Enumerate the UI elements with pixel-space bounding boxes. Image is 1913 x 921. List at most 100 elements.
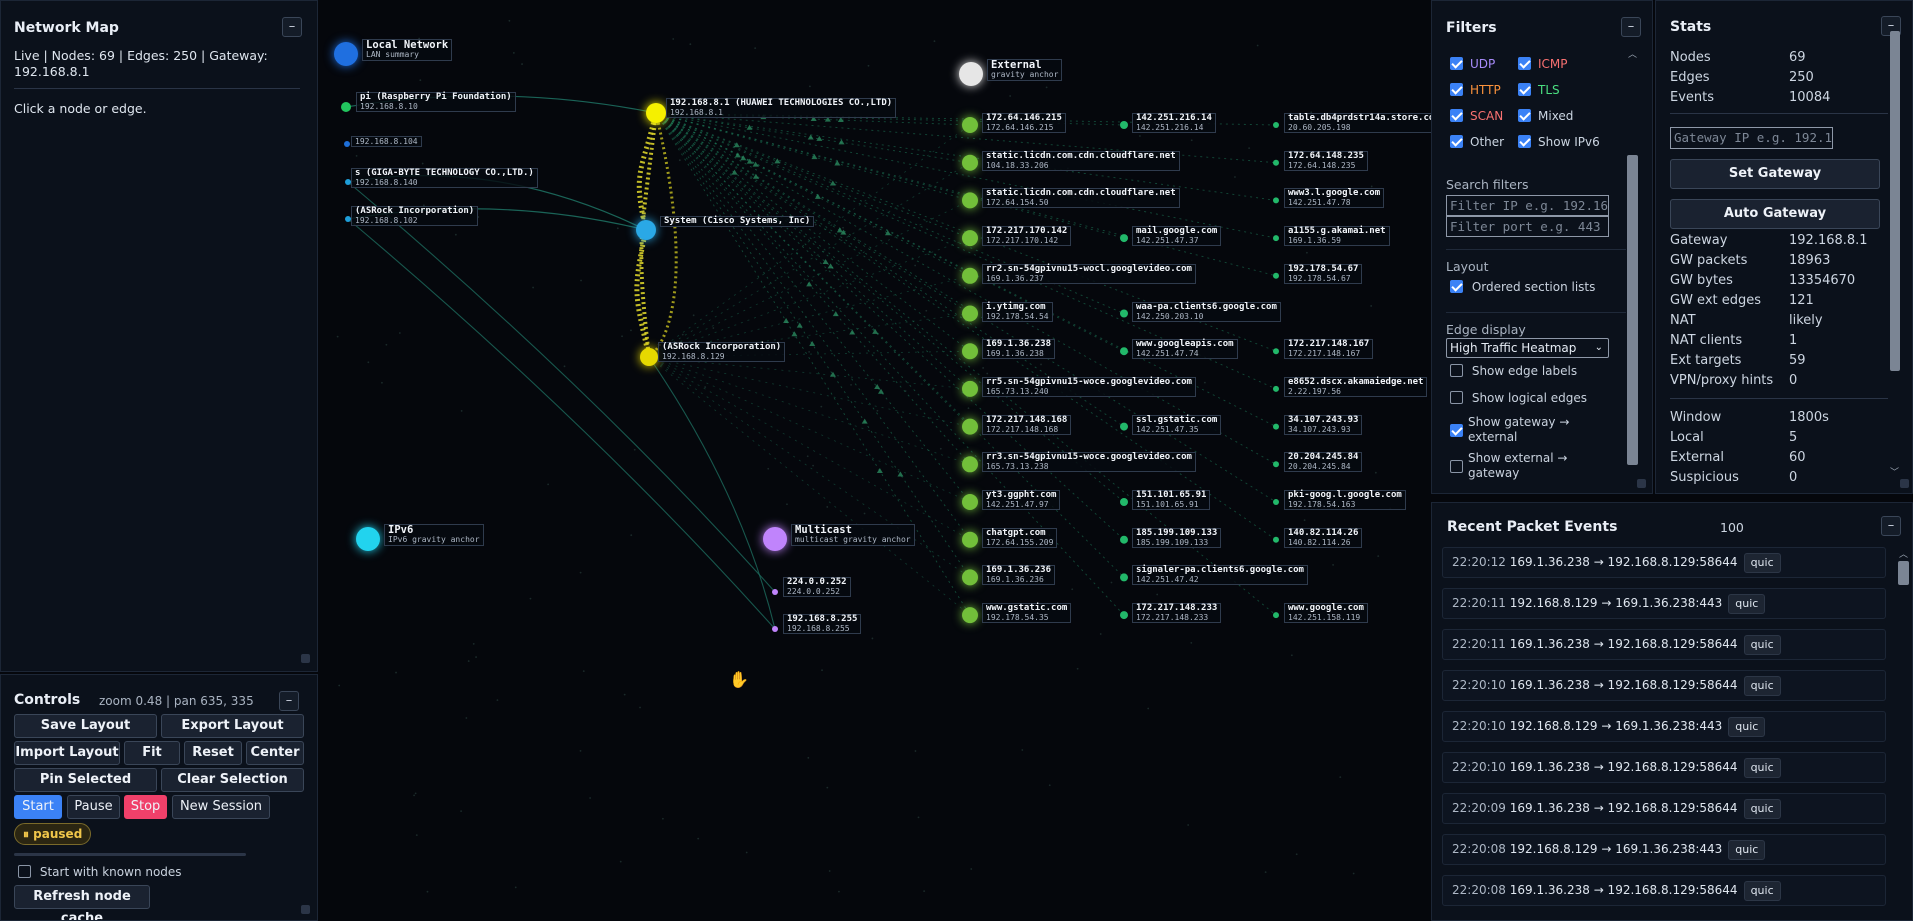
show-gw-external-checkbox[interactable] bbox=[1450, 424, 1463, 437]
events-minimize-button[interactable]: – bbox=[1881, 516, 1901, 536]
start-known-checkbox[interactable] bbox=[18, 865, 31, 878]
packet-event-row[interactable]: 22:20:08 192.168.8.129 → 169.1.36.238:44… bbox=[1442, 834, 1886, 865]
external-node[interactable] bbox=[1120, 611, 1128, 620]
external-node[interactable] bbox=[962, 230, 978, 247]
filters-scrollbar[interactable]: ︿ bbox=[1626, 45, 1640, 473]
resize-handle[interactable] bbox=[1637, 479, 1646, 488]
show-external-gw-checkbox[interactable] bbox=[1450, 460, 1463, 473]
packet-event-row[interactable]: 22:20:10 192.168.8.129 → 169.1.36.238:44… bbox=[1442, 711, 1886, 742]
packet-event-row[interactable]: 22:20:12 169.1.36.238 → 192.168.8.129:58… bbox=[1442, 547, 1886, 578]
external-node[interactable] bbox=[962, 192, 978, 209]
controls-minimize-button[interactable]: – bbox=[279, 691, 299, 711]
external-edge[interactable] bbox=[648, 356, 971, 503]
filter-udp-checkbox[interactable] bbox=[1450, 57, 1463, 70]
external-node[interactable] bbox=[1120, 309, 1128, 318]
group-anchor-local-network[interactable] bbox=[334, 42, 358, 66]
packet-event-row[interactable]: 22:20:09 169.1.36.238 → 192.168.8.129:58… bbox=[1442, 793, 1886, 824]
external-node[interactable] bbox=[962, 267, 978, 284]
external-node[interactable] bbox=[1273, 461, 1279, 468]
gateway-ip-input[interactable]: Gateway IP e.g. 192.168.8.1 bbox=[1670, 127, 1833, 149]
chevron-up-icon[interactable]: ︿ bbox=[1628, 47, 1637, 60]
external-node[interactable] bbox=[1273, 536, 1279, 543]
show-logical-edges-row[interactable]: Show logical edges bbox=[1450, 391, 1587, 405]
external-node[interactable] bbox=[962, 456, 978, 473]
show-edge-labels-checkbox[interactable] bbox=[1450, 364, 1463, 377]
external-node[interactable] bbox=[1273, 197, 1279, 204]
external-node[interactable] bbox=[1273, 499, 1279, 505]
resize-handle[interactable] bbox=[301, 654, 310, 663]
external-node[interactable] bbox=[1120, 422, 1128, 431]
external-node[interactable] bbox=[1120, 573, 1128, 582]
heavy-edge[interactable] bbox=[636, 112, 659, 231]
external-node[interactable] bbox=[1273, 348, 1279, 355]
external-node[interactable] bbox=[1120, 121, 1128, 129]
edge[interactable] bbox=[347, 218, 776, 630]
pause-button[interactable]: Pause bbox=[67, 795, 120, 819]
chevron-down-icon[interactable]: ﹀ bbox=[1890, 465, 1899, 478]
external-node[interactable] bbox=[1120, 347, 1128, 356]
external-node[interactable] bbox=[1120, 234, 1128, 243]
start-button[interactable]: Start bbox=[14, 795, 62, 819]
filter-show-ipv6-checkbox[interactable] bbox=[1518, 135, 1531, 148]
import-layout-button[interactable]: Import Layout bbox=[14, 741, 120, 765]
external-node[interactable] bbox=[1120, 535, 1128, 544]
local-node[interactable] bbox=[640, 348, 658, 366]
filter-http-checkbox[interactable] bbox=[1450, 83, 1463, 96]
stats-scrollbar[interactable]: ﹀ bbox=[1889, 23, 1901, 478]
clear-selection-button[interactable]: Clear Selection bbox=[161, 768, 304, 792]
external-node[interactable] bbox=[962, 380, 978, 397]
external-edge[interactable] bbox=[655, 112, 971, 503]
external-node[interactable] bbox=[1120, 498, 1128, 506]
chevron-up-icon[interactable]: ︿ bbox=[1899, 547, 1908, 560]
external-edge[interactable] bbox=[655, 112, 971, 540]
events-scrollbar[interactable]: ︿ bbox=[1897, 547, 1911, 917]
external-node[interactable] bbox=[962, 494, 978, 510]
export-layout-button[interactable]: Export Layout bbox=[161, 714, 304, 738]
multicast-node[interactable] bbox=[772, 626, 778, 632]
external-node[interactable] bbox=[1273, 385, 1279, 392]
center-button[interactable]: Center bbox=[246, 741, 304, 765]
filter-scan-row[interactable]: SCAN bbox=[1450, 109, 1503, 123]
show-logical-edges-checkbox[interactable] bbox=[1450, 391, 1463, 404]
filter-icmp-checkbox[interactable] bbox=[1518, 57, 1531, 70]
show-external-gw-row[interactable]: Show external → gateway bbox=[1450, 451, 1567, 480]
filter-other-row[interactable]: Other bbox=[1450, 135, 1504, 149]
external-node[interactable] bbox=[962, 531, 978, 548]
external-edge[interactable] bbox=[655, 112, 1277, 541]
scrollbar-thumb[interactable] bbox=[1898, 561, 1909, 585]
ordered-lists-row[interactable]: Ordered section lists bbox=[1450, 280, 1595, 294]
external-edge[interactable] bbox=[648, 356, 971, 427]
packet-event-row[interactable]: 22:20:10 169.1.36.238 → 192.168.8.129:58… bbox=[1442, 752, 1886, 783]
auto-gateway-button[interactable]: Auto Gateway bbox=[1670, 199, 1880, 229]
filter-mixed-row[interactable]: Mixed bbox=[1518, 109, 1573, 123]
filter-ip-input[interactable]: Filter IP e.g. 192.168.8.12 bbox=[1446, 195, 1609, 216]
external-node[interactable] bbox=[962, 154, 978, 171]
external-node[interactable] bbox=[962, 305, 978, 322]
external-node[interactable] bbox=[962, 607, 978, 624]
start-known-row[interactable]: Start with known nodes bbox=[18, 865, 182, 879]
group-anchor-ipv6[interactable] bbox=[356, 527, 380, 551]
packet-event-row[interactable]: 22:20:08 169.1.36.238 → 192.168.8.129:58… bbox=[1442, 875, 1886, 906]
packet-event-row[interactable]: 22:20:10 169.1.36.238 → 192.168.8.129:58… bbox=[1442, 670, 1886, 701]
refresh-node-cache-button[interactable]: Refresh node cache bbox=[14, 885, 150, 920]
local-node[interactable] bbox=[344, 141, 350, 147]
new-session-button[interactable]: New Session bbox=[172, 795, 270, 819]
filter-other-checkbox[interactable] bbox=[1450, 135, 1463, 148]
local-node[interactable] bbox=[646, 103, 666, 123]
network-map-minimize-button[interactable]: – bbox=[282, 17, 302, 37]
filter-show-ipv6-row[interactable]: Show IPv6 bbox=[1518, 135, 1600, 149]
group-anchor-external[interactable] bbox=[959, 62, 983, 86]
filter-scan-checkbox[interactable] bbox=[1450, 109, 1463, 122]
external-node[interactable] bbox=[962, 117, 978, 133]
fit-button[interactable]: Fit bbox=[124, 741, 180, 765]
filter-http-row[interactable]: HTTP bbox=[1450, 83, 1501, 97]
external-edge[interactable] bbox=[655, 112, 1125, 503]
filter-udp-row[interactable]: UDP bbox=[1450, 57, 1495, 71]
filter-mixed-checkbox[interactable] bbox=[1518, 109, 1531, 122]
scrollbar-thumb[interactable] bbox=[1627, 155, 1638, 465]
local-node[interactable] bbox=[636, 220, 656, 240]
scrollbar-thumb[interactable] bbox=[1890, 31, 1900, 371]
external-node[interactable] bbox=[1273, 272, 1279, 279]
packet-event-row[interactable]: 22:20:11 169.1.36.238 → 192.168.8.129:58… bbox=[1442, 629, 1886, 660]
external-node[interactable] bbox=[1273, 122, 1279, 128]
